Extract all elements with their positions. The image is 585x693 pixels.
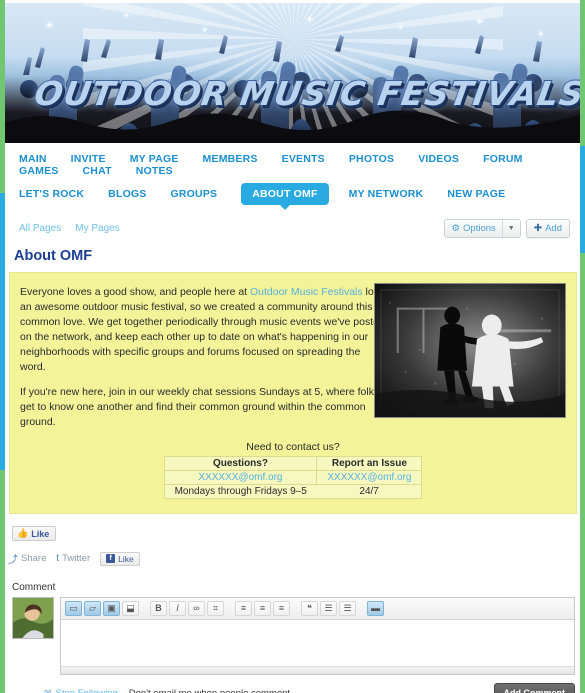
- share-icon: ⤴: [8, 555, 18, 567]
- editor-toolbar: ▭ ▱ ▣ ⬓ B I ∞ ⌗ ≡ ≡ ≡ ❝ ☰ ☰ ▬: [61, 598, 574, 621]
- contact-table: Questions? Report an Issue XXXXXX@omf.or…: [163, 456, 423, 500]
- nav-item-games[interactable]: GAMES: [19, 165, 59, 177]
- options-label: Options: [463, 223, 496, 234]
- contact-heading: Need to contact us?: [246, 441, 340, 454]
- nav-item-blogs[interactable]: BLOGS: [108, 188, 146, 200]
- nav-item-main[interactable]: MAIN: [19, 153, 47, 165]
- thumbs-up-icon: 👍: [17, 528, 29, 539]
- align-right-icon[interactable]: ≡: [273, 601, 290, 617]
- nav-item-members[interactable]: MEMBERS: [203, 153, 258, 165]
- nav-item-new-page[interactable]: NEW PAGE: [447, 188, 505, 200]
- nav-row-secondary: LET'S ROCK BLOGS GROUPS ABOUT OMF MY NET…: [5, 181, 580, 210]
- banner-title: OUTDOOR MUSIC FESTIVALS: [31, 73, 580, 114]
- link-all-pages[interactable]: All Pages: [19, 223, 61, 234]
- fb-like-label: Like: [118, 553, 134, 564]
- plus-icon: ✚: [533, 223, 543, 234]
- page-root: ✦ ✦ ✦ ✦ ✦ ✦ ✦ OUTDOOR MUSIC FESTIVALS MA…: [0, 0, 585, 693]
- bold-icon[interactable]: B: [150, 601, 167, 617]
- nav-item-chat[interactable]: CHAT: [83, 165, 112, 177]
- page-subbar: All Pages My Pages ⚙ Options ▼ ✚ Add: [5, 211, 580, 242]
- share-label: Share: [21, 553, 47, 565]
- insert-image-icon[interactable]: ▭: [65, 601, 82, 617]
- comment-section-label: Comment: [12, 582, 56, 594]
- nav-item-events[interactable]: EVENTS: [282, 153, 325, 165]
- page-title: About OMF: [14, 248, 93, 264]
- nav-item-my-page[interactable]: MY PAGE: [130, 153, 179, 165]
- about-body: Everyone loves a good show, and people h…: [20, 285, 388, 430]
- about-paragraph-2: If you're new here, join in our weekly c…: [20, 386, 380, 429]
- contact-hours-report: 24/7: [316, 484, 422, 500]
- twitter-icon: t: [56, 553, 60, 565]
- follow-note: – Don't email me when people comment: [121, 688, 290, 693]
- align-center-icon[interactable]: ≡: [254, 601, 271, 617]
- site-banner: ✦ ✦ ✦ ✦ ✦ ✦ ✦ OUTDOOR MUSIC FESTIVALS: [5, 3, 580, 143]
- insert-media-icon[interactable]: ▱: [84, 601, 101, 617]
- link-my-pages[interactable]: My Pages: [75, 223, 119, 234]
- nav-item-groups[interactable]: GROUPS: [171, 188, 218, 200]
- insert-attachment-icon[interactable]: ⬓: [122, 601, 139, 617]
- comment-composer: ▭ ▱ ▣ ⬓ B I ∞ ⌗ ≡ ≡ ≡ ❝ ☰ ☰ ▬: [12, 597, 575, 676]
- horizontal-rule-icon[interactable]: ▬: [367, 601, 384, 617]
- editor-resize-handle[interactable]: [61, 666, 574, 675]
- contact-email-report[interactable]: XXXXXX@omf.org: [316, 470, 423, 486]
- nav-item-my-network[interactable]: MY NETWORK: [349, 188, 424, 200]
- nav-item-notes[interactable]: NOTES: [136, 165, 173, 177]
- twitter-button[interactable]: t Twitter: [56, 553, 90, 564]
- chevron-down-icon[interactable]: ▼: [501, 220, 520, 237]
- options-button[interactable]: ⚙ Options ▼: [444, 219, 521, 238]
- comment-editor: ▭ ▱ ▣ ⬓ B I ∞ ⌗ ≡ ≡ ≡ ❝ ☰ ☰ ▬: [60, 597, 575, 676]
- add-label: Add: [545, 223, 562, 234]
- table-row-headers: Questions? Report an Issue: [163, 456, 423, 472]
- p1-after: love an awesome outdoor music festival, …: [20, 286, 385, 373]
- current-user-avatar: [12, 597, 54, 640]
- facebook-like-button[interactable]: 👍 Like: [12, 526, 57, 542]
- insert-video-icon[interactable]: ▣: [103, 601, 120, 617]
- omf-inline-link[interactable]: Outdoor Music Festivals: [250, 286, 363, 298]
- contact-col-questions: Questions?: [163, 456, 318, 472]
- contact-col-report: Report an Issue: [316, 456, 423, 472]
- right-rail: [580, 0, 585, 693]
- about-paragraph-1: Everyone loves a good show, and people h…: [20, 285, 388, 374]
- table-row-emails: XXXXXX@omf.org XXXXXX@omf.org: [163, 470, 423, 486]
- nav-item-invite[interactable]: INVITE: [71, 153, 106, 165]
- social-like-row: 👍 Like: [12, 523, 585, 542]
- nav-item-videos[interactable]: VIDEOS: [418, 153, 459, 165]
- add-button[interactable]: ✚ Add: [525, 219, 570, 238]
- like-label: Like: [31, 528, 50, 539]
- follow-row: ✉ Stop Following – Don't email me when p…: [44, 683, 575, 693]
- about-content-panel: Everyone loves a good show, and people h…: [9, 272, 577, 515]
- main-navigation: MAIN INVITE MY PAGE MEMBERS EVENTS PHOTO…: [5, 143, 580, 211]
- gear-icon: ⚙: [451, 223, 461, 234]
- nav-item-lets-rock[interactable]: LET'S ROCK: [19, 188, 84, 200]
- p1-before: Everyone loves a good show, and people h…: [20, 286, 250, 298]
- subbar-actions: ⚙ Options ▼ ✚ Add: [444, 219, 570, 238]
- contact-section: Need to contact us? Questions? Report an…: [20, 441, 566, 500]
- share-button[interactable]: ⤴ Share: [8, 551, 46, 566]
- italic-icon[interactable]: I: [169, 601, 186, 617]
- table-row-hours: Mondays through Fridays 9–5 24/7: [164, 484, 422, 500]
- blockquote-icon[interactable]: ❝: [301, 601, 318, 617]
- nav-row-primary: MAIN INVITE MY PAGE MEMBERS EVENTS PHOTO…: [5, 149, 580, 181]
- unlink-icon[interactable]: ⌗: [207, 601, 224, 617]
- contact-hours-questions: Mondays through Fridays 9–5: [164, 484, 317, 500]
- nav-item-about-omf[interactable]: ABOUT OMF: [241, 183, 329, 210]
- left-rail: [0, 0, 5, 693]
- comment-textarea[interactable]: [61, 620, 574, 667]
- facebook-icon: f: [106, 554, 116, 564]
- add-comment-button[interactable]: Add Comment: [493, 683, 575, 693]
- share-row: ⤴ Share t Twitter f Like: [8, 551, 585, 566]
- bullet-list-icon[interactable]: ☰: [320, 601, 337, 617]
- align-left-icon[interactable]: ≡: [235, 601, 252, 617]
- twitter-label: Twitter: [62, 553, 91, 565]
- nav-item-forum[interactable]: FORUM: [483, 153, 523, 165]
- link-icon[interactable]: ∞: [188, 601, 205, 617]
- facebook-like-badge[interactable]: f Like: [100, 551, 140, 566]
- following-icon: ✉: [44, 687, 52, 693]
- festival-photo: [374, 283, 566, 418]
- numbered-list-icon[interactable]: ☰: [339, 601, 356, 617]
- contact-email-questions[interactable]: XXXXXX@omf.org: [163, 470, 318, 486]
- stop-following-link[interactable]: Stop Following: [56, 688, 118, 693]
- nav-item-photos[interactable]: PHOTOS: [349, 153, 394, 165]
